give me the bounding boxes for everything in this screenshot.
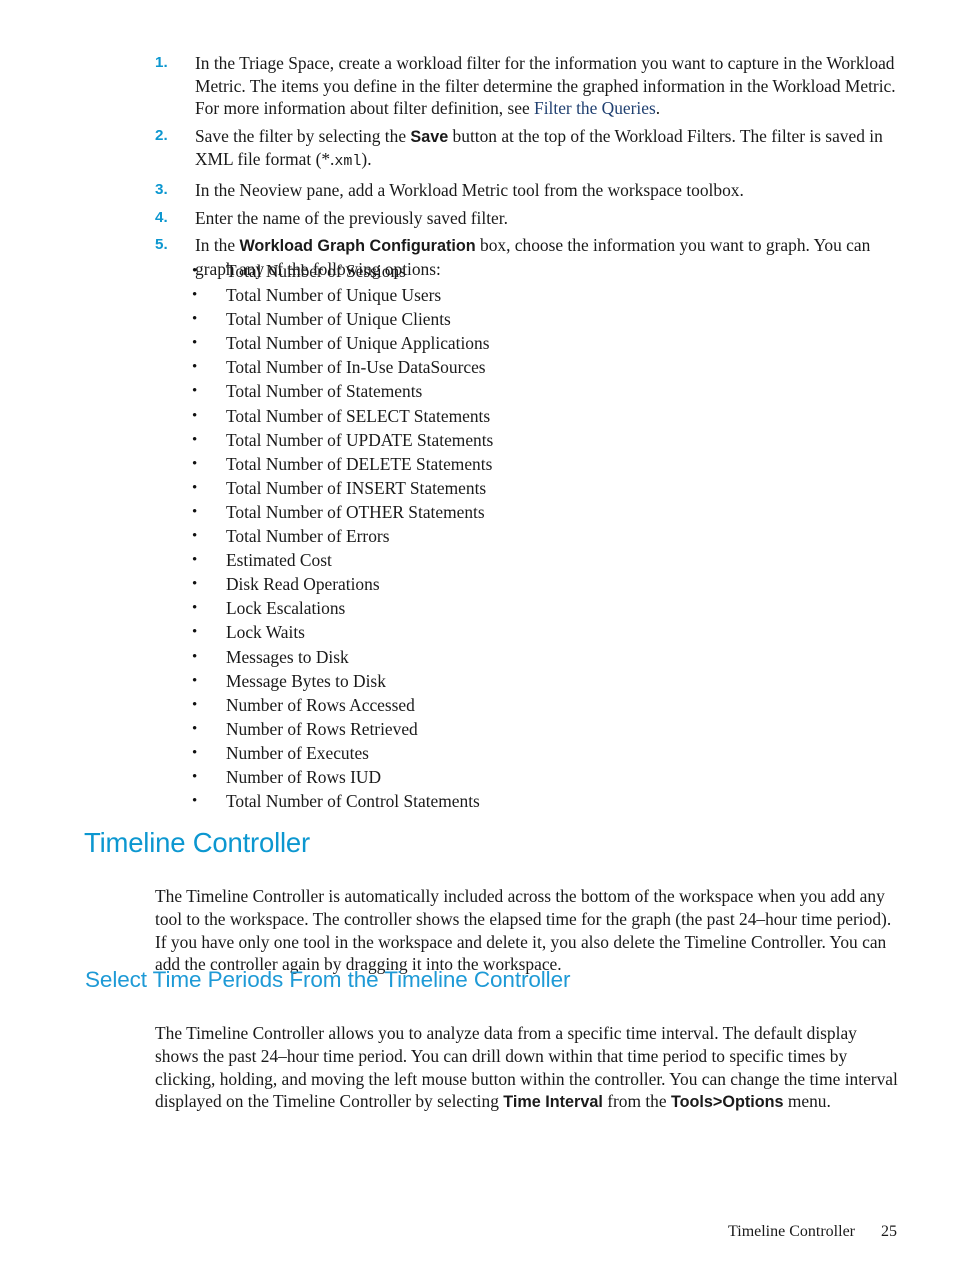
bullet-icon: • <box>192 359 198 376</box>
graph-option-item: • Total Number of INSERT Statements <box>192 476 752 500</box>
footer-title: Timeline Controller <box>728 1223 855 1240</box>
graph-option-label: Total Number of Control Statements <box>226 791 480 812</box>
bullet-icon: • <box>192 672 198 689</box>
bullet-icon: • <box>192 600 198 617</box>
graph-option-label: Number of Rows IUD <box>226 766 382 787</box>
procedure-step-number: 2. <box>155 126 168 144</box>
bullet-icon: • <box>192 383 198 400</box>
graph-option-item: • Total Number of Errors <box>192 524 752 548</box>
procedure-list: 1. In the Triage Space, create a workload… <box>155 52 897 285</box>
graph-option-label: Lock Waits <box>226 622 305 643</box>
graph-options-list: • Total Number of Sessions • Total Number o… <box>192 259 752 813</box>
graph-option-item: • Total Number of SELECT Statements <box>192 404 752 428</box>
bullet-icon: • <box>192 407 198 424</box>
procedure-step: 4. Enter the name of the previously saved… <box>155 207 897 230</box>
bullet-icon: • <box>192 552 198 569</box>
bullet-icon: • <box>192 455 198 472</box>
graph-option-label: Total Number of OTHER Statements <box>226 501 485 522</box>
graph-option-label: Total Number of INSERT Statements <box>226 477 487 498</box>
graph-option-item: • Total Number of In-Use DataSources <box>192 355 752 379</box>
graph-option-item: • Number of Rows Retrieved <box>192 717 752 741</box>
bullet-icon: • <box>192 431 198 448</box>
bullet-icon: • <box>192 263 198 279</box>
bullet-icon: • <box>192 793 198 810</box>
graph-option-item: • Total Number of UPDATE Statements <box>192 428 752 452</box>
document-page: 1. In the Triage Space, create a workload… <box>0 0 954 1271</box>
section-paragraph: The Timeline Controller is automatically… <box>155 886 892 975</box>
graph-option-item: • Total Number of Unique Applications <box>192 331 752 355</box>
graph-option-label: Total Number of Sessions <box>226 261 406 281</box>
bullet-icon: • <box>192 768 198 785</box>
subsection-heading-select-time-periods: Select Time Periods From the Timeline Co… <box>85 967 571 992</box>
bullet-icon: • <box>192 720 198 737</box>
bullet-icon: • <box>192 528 198 545</box>
graph-option-label: Estimated Cost <box>226 550 332 571</box>
procedure-step-number: 3. <box>155 180 168 198</box>
graph-option-label: Message Bytes to Disk <box>226 670 386 691</box>
bullet-icon: • <box>192 287 198 304</box>
graph-option-item: • Total Number of Sessions <box>192 259 752 283</box>
bullet-icon: • <box>192 479 198 496</box>
bullet-icon: • <box>192 311 198 328</box>
graph-option-label: Total Number of In-Use DataSources <box>226 357 486 378</box>
graph-option-item: • Total Number of Statements <box>192 379 752 403</box>
graph-option-item: • Lock Waits <box>192 620 752 644</box>
link-filter-the-queries[interactable]: Filter the Queries <box>534 98 656 118</box>
graph-option-item: • Number of Rows IUD <box>192 765 752 789</box>
graph-option-item: • Number of Executes <box>192 741 752 765</box>
procedure-step: 1. In the Triage Space, create a workload… <box>155 52 897 120</box>
graph-option-item: • Total Number of OTHER Statements <box>192 500 752 524</box>
emphasis-text: Workload Graph Configuration <box>239 237 476 256</box>
bullet-icon: • <box>192 648 198 665</box>
graph-option-label: Total Number of DELETE Statements <box>226 453 493 474</box>
graph-option-label: Total Number of UPDATE Statements <box>226 429 494 450</box>
bullet-icon: • <box>192 696 198 713</box>
emphasis-text: Tools>Options <box>670 1093 784 1112</box>
graph-option-label: Messages to Disk <box>226 646 349 667</box>
graph-option-label: Total Number of Unique Users <box>226 285 442 306</box>
bullet-icon: • <box>192 503 198 520</box>
bullet-icon: • <box>192 624 198 641</box>
procedure-step: 2. Save the filter by selecting the Save … <box>155 125 897 174</box>
graph-option-label: Total Number of Statements <box>226 381 423 402</box>
graph-option-label: Total Number of Errors <box>226 526 390 547</box>
emphasis-text: Time Interval <box>503 1093 603 1112</box>
graph-option-item: • Number of Rows Accessed <box>192 693 752 717</box>
graph-option-item: • Disk Read Operations <box>192 572 752 596</box>
footer-page-number: 25 <box>881 1223 897 1240</box>
graph-option-label: Disk Read Operations <box>226 574 380 595</box>
graph-option-label: Number of Rows Retrieved <box>226 718 418 739</box>
procedure-step-text: Save the filter by selecting the Save bu… <box>195 125 883 171</box>
code-text: xml <box>334 153 362 171</box>
bullet-icon: • <box>192 335 198 352</box>
emphasis-text: Save <box>410 127 449 146</box>
bullet-icon: • <box>192 744 198 761</box>
procedure-step: 3. In the Neoview pane, add a Workload Me… <box>155 179 897 202</box>
graph-option-label: Number of Executes <box>226 742 369 763</box>
subsection-paragraph: The Timeline Controller allows you to an… <box>155 1023 898 1112</box>
procedure-step-text: Enter the name of the previously saved f… <box>195 207 508 228</box>
procedure-step-text: In the Neoview pane, add a Workload Metr… <box>195 179 744 200</box>
graph-option-label: Total Number of Unique Applications <box>226 333 490 354</box>
section-heading-timeline-controller: Timeline Controller <box>84 827 310 858</box>
graph-option-label: Lock Escalations <box>226 598 346 619</box>
procedure-step-number: 1. <box>155 54 168 71</box>
graph-option-item: • Total Number of DELETE Statements <box>192 452 752 476</box>
page-footer: Timeline Controller 25 <box>0 1222 897 1242</box>
graph-option-item: • Estimated Cost <box>192 548 752 572</box>
graph-option-label: Total Number of Unique Clients <box>226 309 451 330</box>
procedure-step-number: 4. <box>155 208 168 226</box>
graph-option-item: • Total Number of Unique Clients <box>192 307 752 331</box>
graph-option-item: • Lock Escalations <box>192 596 752 620</box>
graph-option-item: • Total Number of Control Statements <box>192 789 752 813</box>
graph-option-label: Total Number of SELECT Statements <box>226 405 491 426</box>
graph-option-item: • Message Bytes to Disk <box>192 669 752 693</box>
bullet-icon: • <box>192 576 198 593</box>
graph-option-item: • Total Number of Unique Users <box>192 283 752 307</box>
graph-option-label: Number of Rows Accessed <box>226 694 415 715</box>
procedure-step-number: 5. <box>155 236 168 254</box>
procedure-step-text: In the Triage Space, create a workload f… <box>195 53 896 119</box>
graph-option-item: • Messages to Disk <box>192 645 752 669</box>
